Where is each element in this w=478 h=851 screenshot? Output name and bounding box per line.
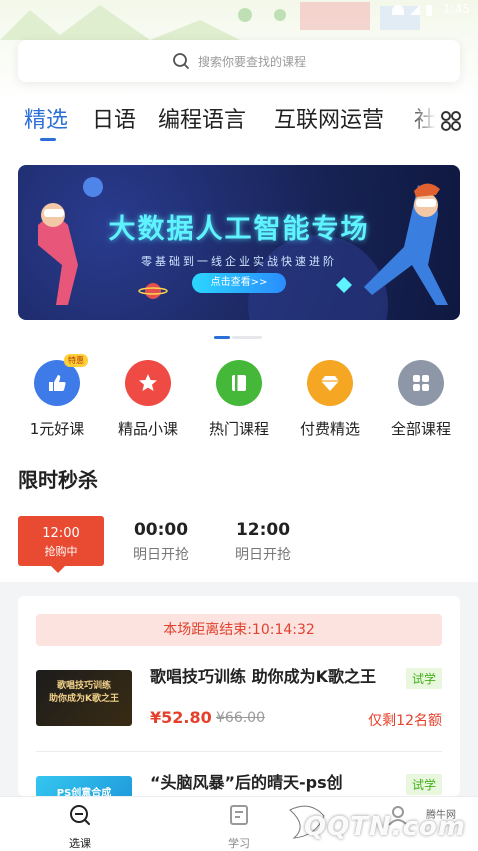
sale-slot-time: 12:00	[235, 520, 291, 540]
sale-slot-current[interactable]: 12:00 抢购中	[18, 516, 104, 566]
flash-sale-title: 限时秒杀	[18, 468, 98, 492]
sale-slot-status: 明日开抢	[133, 547, 189, 563]
sale-countdown: 本场距离结束:10:14:32	[36, 614, 442, 646]
nav-label: 选课	[69, 837, 91, 850]
tab-programming[interactable]: 编程语言	[158, 102, 246, 134]
tab-japanese[interactable]: 日语	[92, 102, 136, 134]
sale-price: ¥52.80	[150, 708, 212, 727]
search-input[interactable]: 搜索你要查找的课程	[18, 40, 460, 82]
status-time: 1:45	[443, 2, 470, 16]
banner-subtitle: 零基础到一线企业实战快速进阶	[141, 255, 337, 268]
sale-slot-pointer	[51, 566, 65, 573]
sale-slot-status: 抢购中	[44, 545, 78, 558]
quick-entry-paid-picks[interactable]: 付费精选	[285, 360, 375, 439]
quick-circle-1yuan: 特惠	[34, 354, 88, 406]
course-divider	[36, 751, 442, 752]
nav-label: 学习	[228, 837, 250, 850]
course-thumb-text: PS创意合成	[56, 788, 112, 796]
trial-badge: 试学	[405, 774, 442, 795]
wifi-icon	[392, 5, 404, 15]
status-bar: 1:45	[0, 0, 478, 24]
quick-entry-label: 精品小课	[117, 420, 178, 438]
search-icon	[173, 53, 189, 69]
tab-featured[interactable]: 精选	[24, 102, 68, 134]
apps-icon	[413, 375, 429, 391]
star-icon	[139, 374, 157, 391]
sale-slot-next[interactable]: 00:00 明日开抢	[118, 516, 204, 566]
remaining-slots: 仅剩12名额	[368, 713, 442, 729]
flash-sale-card: 本场距离结束:10:14:32 歌唱技巧训练 助你成为K歌之王 歌唱技巧训练 助…	[18, 596, 460, 796]
banner-pagination	[214, 336, 262, 339]
course-thumbnail: PS创意合成	[36, 776, 132, 796]
signal-icon	[410, 5, 420, 15]
banner-view-button[interactable]: 点击查看>>	[192, 273, 286, 293]
search-placeholder: 搜索你要查找的课程	[197, 54, 306, 69]
quick-entry-label: 付费精选	[299, 420, 360, 438]
course-item[interactable]: PS创意合成 “头脑风暴”后的晴天-ps创 试学	[18, 764, 460, 796]
discount-tag: 特惠	[64, 354, 88, 367]
quick-entry-hot-courses[interactable]: 热门课程	[194, 360, 284, 439]
quick-circle-hot-courses	[216, 360, 262, 406]
promo-banner[interactable]: 大数据人工智能专场 零基础到一线企业实战快速进阶 点击查看>>	[18, 165, 460, 320]
battery-icon	[426, 5, 432, 16]
quick-entry-label: 热门课程	[208, 420, 269, 438]
status-icons	[392, 5, 432, 16]
book-icon	[232, 375, 246, 391]
nav-select-courses[interactable]: 选课	[40, 797, 120, 851]
quick-entry-1yuan[interactable]: 特惠 1元好课	[12, 354, 102, 439]
thumbs-up-icon	[49, 375, 66, 391]
banner-title: 大数据人工智能专场	[108, 214, 370, 245]
tab-internet-ops[interactable]: 互联网运营	[274, 102, 384, 134]
category-grid-icon[interactable]	[440, 110, 462, 132]
quick-entry-label: 全部课程	[390, 420, 451, 438]
tab-active-indicator	[40, 138, 56, 141]
diamond-icon	[321, 376, 339, 391]
quick-circle-paid-picks	[307, 360, 353, 406]
sale-slot-time: 00:00	[133, 520, 189, 540]
sale-slot-time: 12:00	[42, 526, 80, 541]
quick-circle-premium-mini	[125, 360, 171, 406]
course-title: 歌唱技巧训练 助你成为K歌之王	[150, 667, 376, 686]
quick-entry-all-courses[interactable]: 全部课程	[376, 360, 466, 439]
course-item[interactable]: 歌唱技巧训练 助你成为K歌之王 歌唱技巧训练 助你成为K歌之王 试学 ¥52.8…	[18, 658, 460, 738]
course-thumbnail: 歌唱技巧训练 助你成为K歌之王	[36, 670, 132, 726]
sale-slot-status: 明日开抢	[235, 547, 291, 563]
original-price: ¥66.00	[216, 710, 265, 726]
category-tabs: 精选 日语 编程语言 互联网运营 社	[0, 100, 478, 144]
course-title: “头脑风暴”后的晴天-ps创	[150, 773, 343, 792]
trial-badge: 试学	[405, 668, 442, 689]
sale-slot-later[interactable]: 12:00 明日开抢	[220, 516, 306, 566]
quick-circle-all-courses	[398, 360, 444, 406]
watermark-text: QQTN.com	[304, 812, 466, 842]
quick-entries: 特惠 1元好课 精品小课 热门课程 付费精选 全部课程	[0, 354, 478, 444]
search-course-icon	[70, 805, 90, 825]
course-thumb-text: 歌唱技巧训练 助你成为K歌之王	[49, 681, 119, 704]
nav-study[interactable]: 学习	[199, 797, 279, 851]
quick-entry-label: 1元好课	[29, 420, 85, 438]
study-icon	[230, 805, 248, 825]
quick-entry-premium-mini[interactable]: 精品小课	[103, 360, 193, 439]
